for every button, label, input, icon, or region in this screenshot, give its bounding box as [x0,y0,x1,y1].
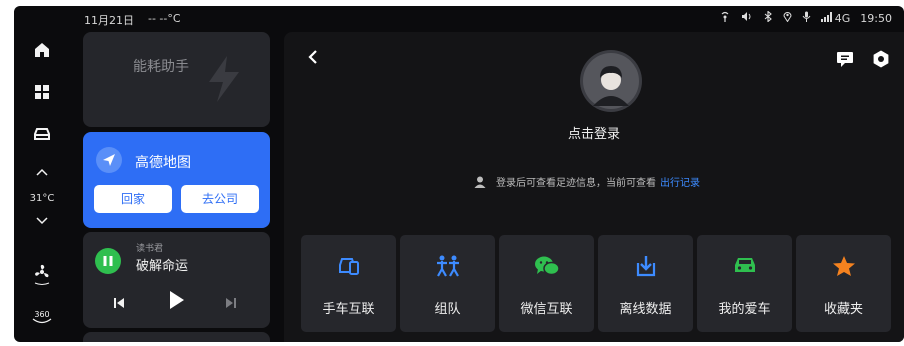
function-tile-phone-car[interactable]: 手车互联 [301,235,396,332]
status-time: 19:50 [860,11,892,25]
function-tile-wechat[interactable]: 微信互联 [499,235,594,332]
function-row: 手车互联 组队 微信互联 离线数据 我的爱车 收藏夹 [301,235,891,332]
audiobook-app-icon [95,248,121,278]
phone-car-icon [301,255,396,275]
signal-icon [820,11,833,25]
go-company-button[interactable]: 去公司 [181,185,259,213]
previous-track-icon[interactable] [113,294,125,313]
wifi-hotspot-icon [719,11,731,25]
car-seat-icon[interactable] [14,126,70,142]
function-label: 离线数据 [619,302,672,317]
audiobook-title: 破解命运 [136,259,189,274]
message-icon[interactable] [836,51,854,72]
login-hint: 登录后可查看足迹信息，当前可查看 出行记录 [474,174,700,191]
amap-card[interactable]: 高德地图 回家 去公司 [83,132,270,228]
next-card-peek [83,332,270,342]
screen: 11月21日 -- --°C 4G 19:50 31°C 360 能耗助手 高德… [14,6,904,342]
home-icon[interactable] [14,42,70,58]
temp-up-icon[interactable] [14,168,70,177]
location-icon [783,11,792,25]
team-icon [400,255,495,277]
wechat-icon [499,255,594,277]
offline-download-icon [598,255,693,277]
audiobook-source: 读书君 [136,244,164,254]
fan-icon[interactable] [14,264,70,286]
play-icon[interactable] [169,290,185,314]
settings-gear-icon[interactable] [872,50,890,72]
temp-down-icon[interactable] [14,216,70,225]
map-card-title: 高德地图 [135,155,191,171]
status-bar: 11月21日 -- --°C 4G 19:50 [14,6,904,32]
navigation-icon [96,147,122,177]
login-link[interactable]: 点击登录 [284,123,904,142]
function-label: 微信互联 [520,302,573,317]
audiobook-card[interactable]: 读书君 破解命运 [83,232,270,328]
bluetooth-icon [763,10,773,25]
user-center-panel: 点击登录 登录后可查看足迹信息，当前可查看 出行记录 手车互联 组队 微信互联 … [284,32,904,342]
my-car-icon [697,255,792,275]
camera-360-icon[interactable]: 360 [14,308,70,326]
function-label: 收藏夹 [823,302,863,317]
svg-text:360: 360 [34,310,49,319]
function-tile-favorites[interactable]: 收藏夹 [796,235,891,332]
next-track-icon[interactable] [225,294,237,313]
back-icon[interactable] [308,49,318,69]
function-label: 组队 [434,302,461,317]
avatar[interactable] [580,50,642,116]
login-hint-text: 登录后可查看足迹信息，当前可查看 [496,178,656,189]
function-label: 我的爱车 [718,302,771,317]
volume-icon [741,11,753,25]
user-icon [474,176,486,191]
status-date: 11月21日 [84,14,134,27]
microphone-icon [802,11,811,25]
function-tile-offline-data[interactable]: 离线数据 [598,235,693,332]
star-icon [796,255,891,277]
network-type: 4G [834,11,851,25]
status-icons: 4G 19:50 [719,10,892,25]
apps-grid-icon[interactable] [14,84,70,100]
energy-assistant-card[interactable]: 能耗助手 [83,32,270,127]
function-label: 手车互联 [322,302,375,317]
function-tile-team[interactable]: 组队 [400,235,495,332]
cabin-temperature: 31°C [29,193,55,204]
trip-records-link[interactable]: 出行记录 [660,178,700,189]
status-weather: -- --°C [148,12,181,25]
energy-card-title: 能耗助手 [133,59,189,75]
lightning-icon [203,54,245,108]
go-home-button[interactable]: 回家 [94,185,172,213]
left-rail: 31°C 360 [14,32,70,342]
function-tile-my-car[interactable]: 我的爱车 [697,235,792,332]
